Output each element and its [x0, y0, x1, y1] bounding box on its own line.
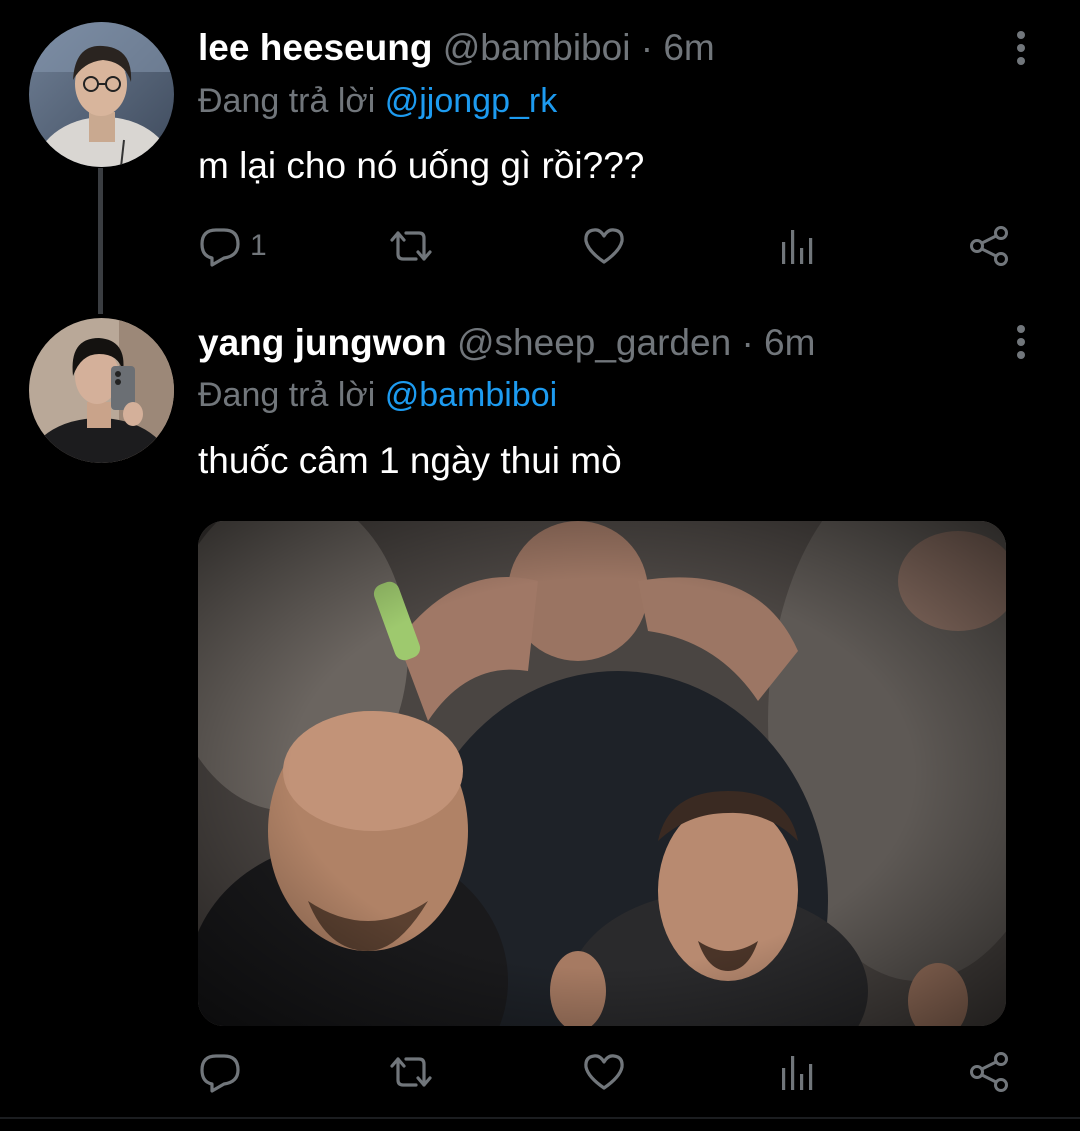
avatar-image [29, 318, 174, 463]
retweet-icon [390, 1057, 432, 1087]
display-name[interactable]: yang jungwon [198, 322, 447, 363]
replying-mention[interactable]: @bambiboi [385, 376, 558, 414]
divider [0, 1117, 1080, 1119]
avatar[interactable] [29, 318, 174, 463]
replying-to: Đang trả lời @bambiboi [198, 374, 557, 416]
tweet-2[interactable]: yang jungwon @sheep_garden · 6m Đang trả… [0, 0, 1080, 1110]
action-bar [198, 1050, 1028, 1094]
tweet-header: yang jungwon @sheep_garden · 6m [198, 321, 815, 365]
retweet-button[interactable] [384, 1050, 438, 1094]
reply-button[interactable] [198, 1050, 250, 1094]
replying-prefix: Đang trả lời [198, 376, 376, 414]
tweet-text: thuốc câm 1 ngày thui mò [198, 440, 622, 481]
tweet-media-photo[interactable] [198, 521, 1006, 1026]
separator-dot: · [741, 322, 754, 363]
like-icon [584, 1054, 624, 1090]
share-button[interactable] [968, 1050, 1012, 1094]
share-icon [970, 1052, 1008, 1092]
more-options-button[interactable] [1008, 320, 1034, 364]
more-icon [1017, 325, 1025, 359]
timestamp[interactable]: 6m [764, 322, 815, 363]
reply-icon [200, 1054, 240, 1093]
analytics-button[interactable] [778, 1050, 818, 1094]
attached-photo [198, 521, 1006, 1026]
like-button[interactable] [582, 1050, 626, 1094]
analytics-icon [782, 1056, 813, 1090]
user-handle[interactable]: @sheep_garden [457, 322, 731, 363]
